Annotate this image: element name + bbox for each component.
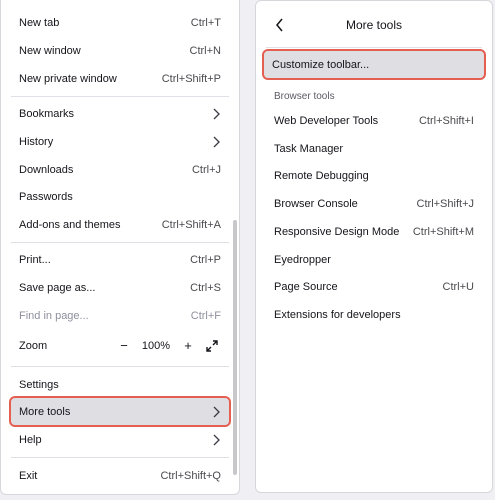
menu-item-label: More tools [19, 405, 71, 418]
menu-item-label: Task Manager [274, 142, 344, 155]
menu-item-label: Settings [19, 378, 59, 391]
menu-item-eyedropper[interactable]: Eyedropper [266, 246, 482, 273]
section-label: Browser tools [274, 91, 335, 102]
menu-item-shortcut: Ctrl+U [442, 280, 474, 293]
menu-item-extensions-for-developers[interactable]: Extensions for developers [266, 301, 482, 328]
menu-item-label: New window [19, 44, 81, 57]
menu-item-exit[interactable]: Exit Ctrl+Shift+Q [11, 462, 229, 489]
menu-item-label: Remote Debugging [274, 169, 369, 182]
fullscreen-button[interactable] [203, 337, 221, 355]
menu-item-browser-console[interactable]: Browser Console Ctrl+Shift+J [266, 190, 482, 217]
chevron-right-icon [213, 434, 220, 445]
menu-item-remote-debugging[interactable]: Remote Debugging [266, 162, 482, 189]
menu-item-addons-themes[interactable]: Add-ons and themes Ctrl+Shift+A [11, 211, 229, 238]
menu-item-shortcut: Ctrl+Shift+M [412, 225, 474, 238]
chevron-left-icon [276, 18, 283, 32]
menu-item-responsive-design-mode[interactable]: Responsive Design Mode Ctrl+Shift+M [266, 218, 482, 245]
menu-item-task-manager[interactable]: Task Manager [266, 135, 482, 162]
menu-item-label: Responsive Design Mode [274, 225, 400, 238]
menu-separator [11, 242, 229, 243]
menu-item-label: Browser Console [274, 197, 358, 210]
menu-separator [266, 47, 482, 48]
menu-item-shortcut: Ctrl+Shift+Q [160, 469, 221, 482]
menu-item-label: Add-ons and themes [19, 218, 121, 231]
menu-separator [11, 457, 229, 458]
menu-item-save-page[interactable]: Save page as... Ctrl+S [11, 274, 229, 301]
menu-item-shortcut: Ctrl+Shift+A [161, 218, 221, 231]
scrollbar[interactable] [233, 220, 237, 475]
menu-item-find-in-page[interactable]: Find in page... Ctrl+F [11, 302, 229, 329]
menu-item-print[interactable]: Print... Ctrl+P [11, 246, 229, 273]
zoom-out-button[interactable]: − [115, 337, 133, 355]
menu-item-new-private-window[interactable]: New private window Ctrl+Shift+P [11, 65, 229, 92]
menu-item-customize-toolbar[interactable]: Customize toolbar... [262, 49, 486, 80]
menu-item-label: Web Developer Tools [274, 114, 379, 127]
menu-item-label: Find in page... [19, 309, 89, 322]
menu-item-page-source[interactable]: Page Source Ctrl+U [266, 273, 482, 300]
menu-item-label: Passwords [19, 190, 73, 203]
more-tools-panel: More tools Customize toolbar... Browser … [255, 0, 493, 493]
submenu-title: More tools [345, 18, 403, 32]
chevron-right-icon [213, 406, 220, 417]
menu-item-label: Customize toolbar... [272, 58, 370, 71]
menu-item-label: Bookmarks [19, 107, 75, 120]
menu-item-shortcut: Ctrl+Shift+P [161, 72, 221, 85]
menu-item-label: Exit [19, 469, 38, 482]
chevron-right-icon [213, 136, 220, 147]
menu-item-label: New tab [19, 16, 60, 29]
menu-item-bookmarks[interactable]: Bookmarks [11, 100, 229, 127]
menu-item-passwords[interactable]: Passwords [11, 183, 229, 210]
menu-item-label: Print... [19, 253, 51, 266]
menu-item-label: History [19, 135, 54, 148]
menu-item-shortcut: Ctrl+T [190, 16, 221, 29]
menu-item-web-developer-tools[interactable]: Web Developer Tools Ctrl+Shift+I [266, 107, 482, 134]
menu-item-shortcut: Ctrl+J [191, 163, 221, 176]
menu-item-shortcut: Ctrl+Shift+I [418, 114, 474, 127]
chevron-right-icon [213, 108, 220, 119]
menu-item-label: Eyedropper [274, 253, 331, 266]
menu-item-zoom: Zoom − 100% + [11, 332, 229, 359]
menu-item-new-tab[interactable]: New tab Ctrl+T [11, 9, 229, 36]
menu-item-shortcut: Ctrl+S [190, 281, 221, 294]
menu-item-more-tools[interactable]: More tools [9, 396, 231, 427]
menu-item-label: New private window [19, 72, 117, 85]
menu-item-label: Page Source [274, 280, 338, 293]
menu-item-shortcut: Ctrl+N [189, 44, 221, 57]
zoom-controls: − 100% + [115, 337, 221, 355]
menu-item-label: Downloads [19, 163, 74, 176]
menu-item-history[interactable]: History [11, 128, 229, 155]
menu-item-shortcut: Ctrl+Shift+J [416, 197, 474, 210]
menu-item-label: Zoom [19, 339, 48, 352]
app-menu-panel: New tab Ctrl+T New window Ctrl+N New pri… [0, 0, 240, 495]
menu-item-help[interactable]: Help [11, 426, 229, 453]
menu-separator [11, 366, 229, 367]
zoom-in-button[interactable]: + [179, 337, 197, 355]
menu-item-shortcut: Ctrl+F [190, 309, 221, 322]
submenu-header: More tools [256, 1, 492, 49]
zoom-level-button[interactable]: 100% [139, 340, 173, 352]
menu-item-settings[interactable]: Settings [11, 371, 229, 398]
fullscreen-icon [206, 339, 218, 352]
menu-item-label: Help [19, 433, 42, 446]
back-button[interactable] [270, 15, 290, 35]
menu-item-label: Extensions for developers [274, 308, 401, 321]
menu-item-label: Save page as... [19, 281, 96, 294]
menu-item-new-window[interactable]: New window Ctrl+N [11, 37, 229, 64]
menu-item-downloads[interactable]: Downloads Ctrl+J [11, 156, 229, 183]
menu-separator [11, 96, 229, 97]
menu-item-shortcut: Ctrl+P [190, 253, 221, 266]
